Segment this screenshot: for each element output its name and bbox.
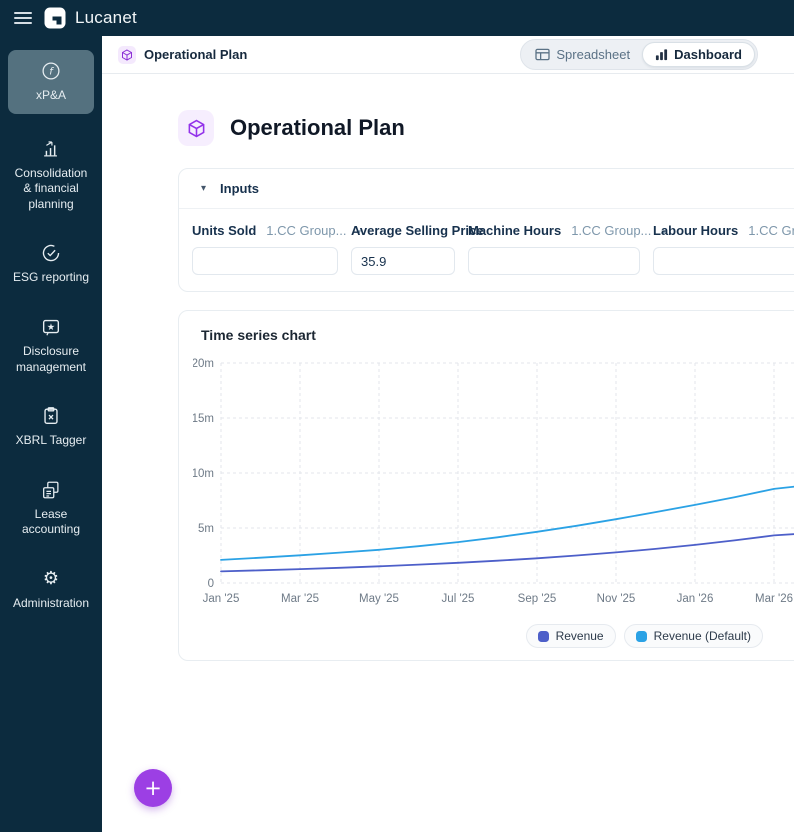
dimension-dropdown[interactable]: 1.CC Group... — [571, 223, 651, 238]
plan-cube-icon — [118, 45, 136, 64]
svg-text:Jan '26: Jan '26 — [677, 593, 714, 605]
svg-text:May '25: May '25 — [359, 593, 399, 605]
sidebar-item-disclosure-management[interactable]: ★ Disclosure management — [6, 306, 96, 385]
star-badge-icon: ★ — [40, 316, 62, 338]
field-labour-hours: Labour Hours 1.CC Group. — [653, 223, 794, 275]
units-sold-input[interactable] — [192, 247, 338, 275]
svg-text:0: 0 — [208, 578, 214, 590]
legend-item-revenue-default[interactable]: Revenue (Default) — [623, 624, 763, 648]
eco-check-icon — [40, 242, 62, 264]
svg-text:Sep '25: Sep '25 — [518, 593, 557, 605]
dimension-dropdown[interactable]: 1.CC Group. — [748, 223, 794, 238]
svg-text:Mar '26: Mar '26 — [755, 593, 793, 605]
inputs-card: ▾ Inputs Units Sold 1.CC Group... ▾ Aver… — [178, 168, 794, 292]
legend-color-dot — [537, 630, 549, 642]
svg-text:5m: 5m — [198, 523, 214, 535]
svg-text:10m: 10m — [193, 468, 214, 480]
svg-text:Nov '25: Nov '25 — [597, 593, 636, 605]
sidebar-item-lease-accounting[interactable]: Lease accounting — [6, 469, 96, 548]
field-units-sold: Units Sold 1.CC Group... ▾ — [192, 223, 361, 275]
sidebar-item-consolidation-financial-planning[interactable]: Consolidation & financial planning — [6, 128, 96, 223]
page-title: Operational Plan — [230, 115, 405, 140]
time-series-chart: 0 5m 10m 15m 20m Jan '25 Mar '25 May '25 Jul '25… — [193, 351, 794, 618]
inputs-section-header[interactable]: ▾ Inputs — [179, 169, 794, 209]
gear-icon: ⚙ — [42, 567, 60, 589]
breadcrumb[interactable]: Operational Plan — [118, 45, 248, 64]
svg-text:Jul '25: Jul '25 — [442, 593, 475, 605]
legend-label: Revenue (Default) — [653, 629, 751, 643]
legend-color-dot — [635, 630, 647, 642]
field-label: Labour Hours — [653, 223, 739, 238]
breadcrumb-label: Operational Plan — [144, 47, 248, 62]
line-chart-canvas: 0 5m 10m 15m 20m Jan '25 Mar '25 May '25 Jul '25… — [193, 358, 794, 605]
chart-title: Time series chart — [201, 327, 316, 343]
field-label: Machine Hours — [468, 223, 562, 238]
chart-legend: Revenue Revenue (Default) — [193, 624, 763, 648]
top-bar: Lucanet — [0, 0, 794, 36]
bar-chart-icon — [40, 138, 62, 160]
field-machine-hours: Machine Hours 1.CC Group... ▾ — [468, 223, 666, 275]
field-label: Average Selling Price — [351, 223, 484, 238]
main-content: Operational Plan Spreadsheet Dashboard O… — [102, 36, 794, 832]
inputs-section-title: Inputs — [220, 181, 260, 196]
inputs-fields-row: Units Sold 1.CC Group... ▾ Average Selli… — [179, 209, 794, 291]
field-label: Units Sold — [192, 223, 257, 238]
field-average-selling-price: Average Selling Price — [351, 223, 483, 275]
dashboard-icon — [656, 49, 668, 61]
svg-text:★: ★ — [47, 322, 55, 333]
breadcrumb-bar: Operational Plan Spreadsheet Dashboard — [102, 36, 794, 74]
brand-name: Lucanet — [75, 8, 137, 27]
clipboard-x-icon — [40, 405, 62, 427]
sidebar-item-xp-a[interactable]: f xP&A — [8, 50, 94, 114]
svg-text:f: f — [49, 67, 54, 78]
svg-text:20m: 20m — [193, 358, 214, 370]
average-selling-price-input[interactable] — [351, 247, 455, 275]
plan-cube-icon-large — [178, 110, 214, 146]
view-toggle: Spreadsheet Dashboard — [520, 39, 758, 70]
fx-circle-icon: f — [40, 60, 62, 82]
sidebar: f xP&A Consolidation & financial plannin… — [0, 36, 102, 832]
lease-building-icon — [40, 479, 62, 501]
svg-text:15m: 15m — [193, 413, 214, 425]
menu-icon[interactable] — [14, 9, 32, 27]
sidebar-item-administration[interactable]: ⚙ Administration — [6, 558, 96, 622]
page-body: Operational Plan ▾ Inputs Units Sold 1.C… — [102, 74, 794, 661]
sidebar-item-xbrl-tagger[interactable]: XBRL Tagger — [6, 395, 96, 459]
svg-text:Jan '25: Jan '25 — [203, 593, 240, 605]
add-button[interactable]: + — [134, 769, 172, 807]
legend-label: Revenue — [555, 629, 604, 643]
spreadsheet-icon — [535, 48, 551, 61]
spreadsheet-toggle-button[interactable]: Spreadsheet — [523, 43, 642, 66]
svg-text:Mar '25: Mar '25 — [281, 593, 319, 605]
labour-hours-input[interactable] — [653, 247, 794, 275]
lucanet-logo-icon — [44, 7, 66, 29]
machine-hours-input[interactable] — [468, 247, 640, 275]
dimension-dropdown[interactable]: 1.CC Group... — [266, 223, 346, 238]
chevron-down-icon: ▾ — [201, 183, 207, 194]
sidebar-item-esg-reporting[interactable]: ESG reporting — [6, 232, 96, 296]
dashboard-toggle-button[interactable]: Dashboard — [642, 42, 755, 67]
time-series-chart-card: Time series chart 0 5m 10m 15m 20m Jan '25 Mar… — [178, 310, 794, 661]
legend-item-revenue[interactable]: Revenue — [525, 624, 616, 648]
page-header: Operational Plan — [178, 110, 794, 146]
